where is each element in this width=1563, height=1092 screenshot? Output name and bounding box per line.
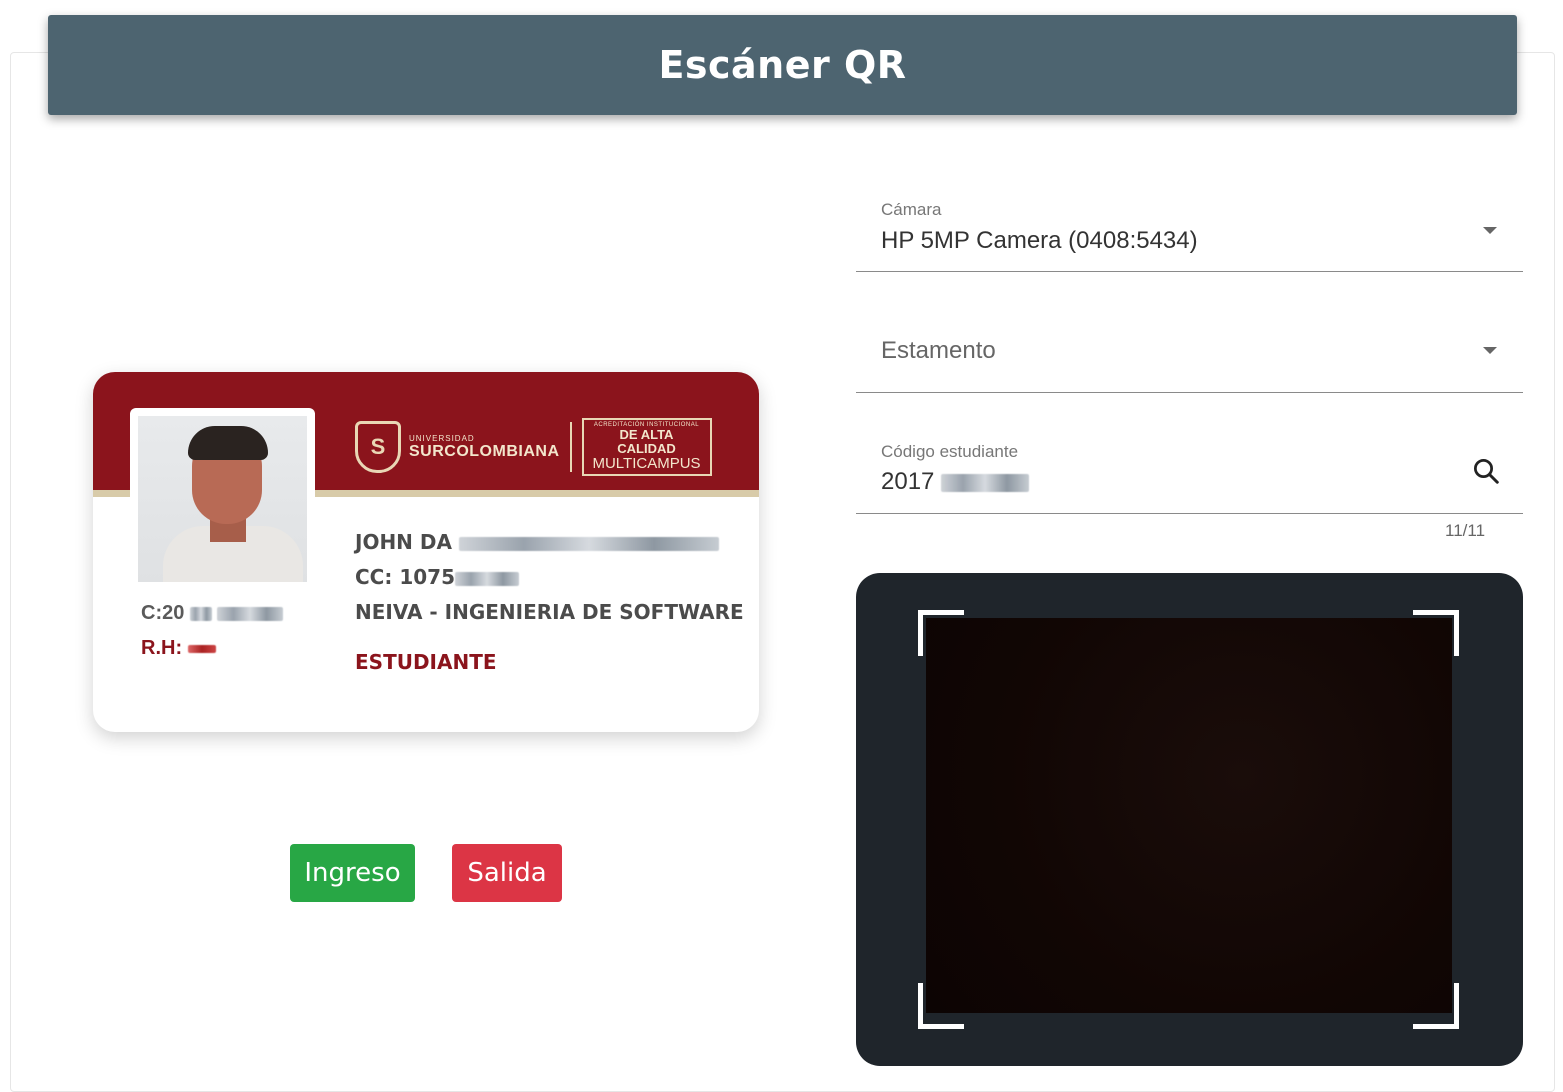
camera-feed (926, 618, 1452, 1013)
university-small-label: UNIVERSIDAD (409, 433, 475, 443)
university-shield-icon: S (355, 421, 401, 473)
camera-label: Cámara (881, 200, 942, 219)
chevron-down-icon (1483, 227, 1497, 234)
search-icon[interactable] (1471, 456, 1501, 486)
logo-divider (569, 422, 572, 472)
camera-value: HP 5MP Camera (0408:5434) (881, 227, 1198, 254)
student-photo-frame (130, 408, 315, 590)
codigo-value: 2017 (881, 468, 1030, 496)
university-name: SURCOLOMBIANA (409, 442, 560, 460)
chevron-down-icon (1483, 347, 1497, 354)
student-id-card: S UNIVERSIDAD SURCOLOMBIANA ACREDITACIÓN… (93, 372, 759, 732)
scan-frame-corner (1413, 983, 1459, 1029)
student-cc: CC: 1075 (355, 565, 744, 589)
page-title: Escáner QR (658, 43, 907, 87)
camera-select[interactable]: Cámara HP 5MP Camera (0408:5434) (856, 190, 1523, 272)
scan-frame-corner (918, 610, 964, 656)
page-header: Escáner QR (48, 15, 1517, 115)
salida-button[interactable]: Salida (452, 844, 562, 902)
blood-type: R.H: (141, 637, 283, 660)
student-program: NEIVA - INGENIERIA DE SOFTWARE (355, 600, 744, 624)
estamento-placeholder: Estamento (881, 337, 996, 364)
qr-camera-view (856, 573, 1523, 1066)
codigo-label: Código estudiante (881, 442, 1019, 461)
student-role: ESTUDIANTE (355, 650, 497, 674)
scan-frame-corner (1413, 610, 1459, 656)
codigo-estudiante-field[interactable]: Código estudiante 2017 (856, 430, 1523, 514)
accreditation-badge: ACREDITACIÓN INSTITUCIONAL DE ALTA CALID… (581, 418, 712, 476)
student-photo (138, 416, 307, 582)
ingreso-button[interactable]: Ingreso (290, 844, 415, 902)
student-code: C:20 (141, 602, 284, 625)
scan-frame-corner (918, 983, 964, 1029)
student-name: JOHN DA (355, 530, 744, 554)
character-counter: 11/11 (1445, 521, 1486, 540)
university-logo: S UNIVERSIDAD SURCOLOMBIANA ACREDITACIÓN… (355, 418, 712, 476)
estamento-select[interactable]: Estamento (856, 310, 1523, 393)
